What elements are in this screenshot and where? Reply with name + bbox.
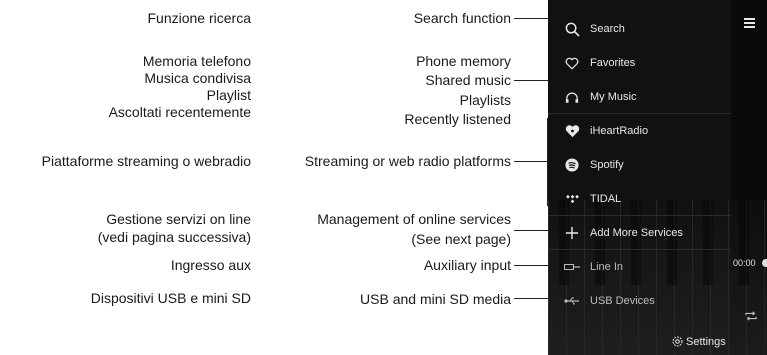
menu-item-spotify[interactable]: Spotify: [548, 148, 731, 182]
menu-item-add-more-services[interactable]: Add More Services: [548, 216, 731, 250]
memory-leader-line: [514, 80, 548, 81]
app-screenshot: Search Favorites My Music iHeartRadio Sp…: [548, 0, 767, 355]
hamburger-menu-icon[interactable]: [744, 18, 755, 28]
line-in-icon: [564, 259, 580, 275]
search-icon: [564, 21, 580, 37]
repeat-icon[interactable]: [744, 309, 758, 327]
italian-phone-memory-label: Memoria telefono: [142, 53, 251, 69]
english-phone-memory-label: Phone memory: [416, 53, 511, 69]
streaming-leader-line: [514, 161, 548, 162]
settings-label: Settings: [686, 335, 726, 348]
progress-slider-knob[interactable]: [762, 259, 767, 267]
menu-item-tidal[interactable]: TIDAL: [548, 182, 731, 216]
english-management-label-1: Management of online services: [317, 211, 511, 227]
italian-playlist-label: Playlist: [206, 87, 251, 103]
heart-icon: [564, 55, 580, 71]
english-search-label: Search function: [413, 10, 511, 26]
usb-leader-line: [514, 298, 548, 299]
search-leader-line: [514, 18, 548, 19]
italian-shared-music-label: Musica condivisa: [144, 70, 251, 86]
menu-item-iheartradio[interactable]: iHeartRadio: [548, 114, 731, 148]
menu-item-label: iHeartRadio: [590, 125, 649, 137]
italian-aux-label: Ingresso aux: [170, 257, 251, 273]
italian-search-label: Funzione ricerca: [147, 10, 252, 26]
headphones-icon: [564, 89, 580, 105]
italian-usb-label: Dispositivi USB e mini SD: [90, 290, 251, 306]
menu-item-label: Search: [590, 23, 625, 35]
usb-icon: [564, 293, 580, 309]
iheartradio-icon: [564, 123, 580, 139]
italian-recently-label: Ascoltati recentemente: [108, 104, 251, 120]
menu-item-my-music[interactable]: My Music: [548, 80, 731, 114]
menu-item-favorites[interactable]: Favorites: [548, 46, 731, 80]
menu-item-label: Add More Services: [590, 227, 683, 239]
menu-item-line-in[interactable]: Line In: [548, 250, 731, 284]
tidal-icon: [564, 191, 580, 207]
menu-item-usb-devices[interactable]: USB Devices: [548, 284, 731, 318]
gear-icon: [671, 335, 684, 348]
italian-streaming-label: Piattaforme streaming o webradio: [41, 153, 251, 169]
english-management-label-2: (See next page): [411, 231, 511, 247]
aux-leader-line: [514, 265, 548, 266]
italian-management-label-2: (vedi pagina successiva): [97, 229, 251, 245]
menu-item-label: TIDAL: [590, 193, 622, 205]
menu-item-label: Spotify: [590, 159, 624, 171]
settings-button[interactable]: Settings: [671, 335, 726, 348]
spotify-icon: [564, 157, 580, 173]
english-aux-label: Auxiliary input: [423, 257, 511, 273]
english-shared-music-label: Shared music: [425, 72, 511, 88]
menu-item-label: Favorites: [590, 57, 636, 69]
playback-time: 00:00: [733, 258, 756, 268]
menu-item-search[interactable]: Search: [548, 12, 731, 46]
english-recently-label: Recently listened: [404, 111, 511, 127]
management-leader-line: [514, 230, 548, 231]
english-playlists-label: Playlists: [459, 92, 511, 108]
english-usb-label: USB and mini SD media: [360, 291, 511, 307]
english-streaming-label: Streaming or web radio platforms: [304, 153, 511, 169]
plus-icon: [564, 225, 580, 241]
italian-management-label-1: Gestione servizi on line: [106, 211, 251, 227]
menu-item-label: USB Devices: [590, 295, 655, 307]
menu-item-label: My Music: [590, 91, 637, 103]
menu-item-label: Line In: [590, 261, 624, 273]
